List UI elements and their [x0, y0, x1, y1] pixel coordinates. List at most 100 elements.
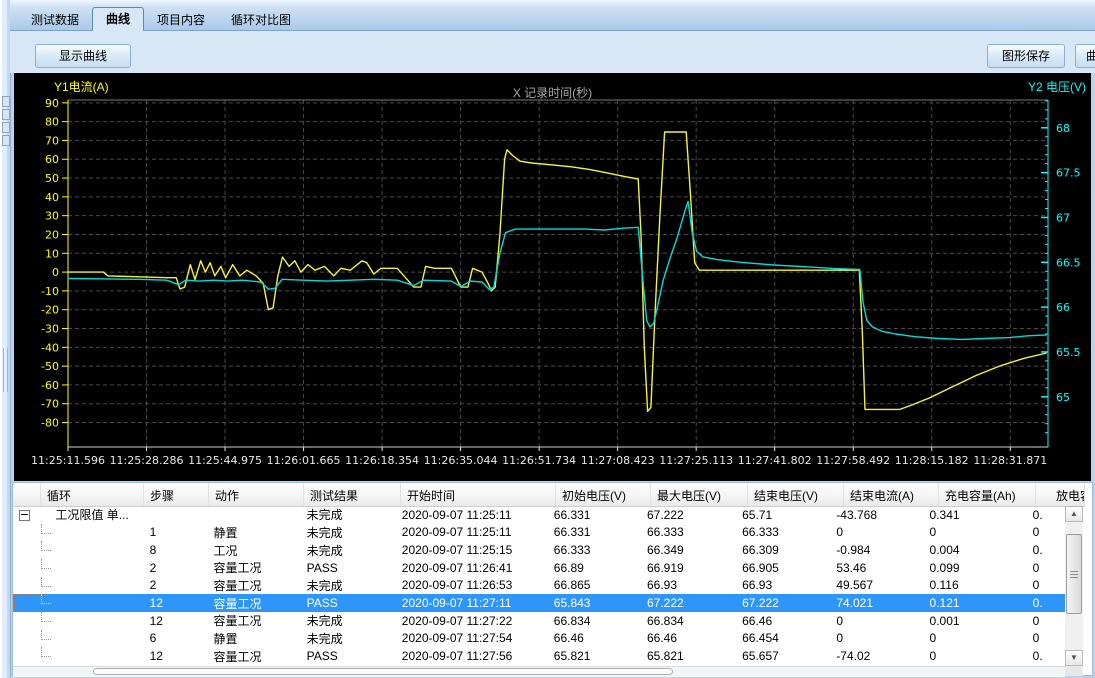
table-row[interactable]: 2容量工况未完成2020-09-07 11:26:5366.86566.9366… [13, 577, 1065, 595]
tree-guide-line [41, 647, 51, 657]
cell-i-end: -74.02 [828, 649, 921, 663]
cell-step: 2 [142, 578, 206, 592]
tab-test-data[interactable]: 测试数据 [18, 10, 92, 30]
cell-start-time: 2020-09-07 11:25:11 [394, 525, 546, 539]
cell-step: 2 [142, 561, 206, 575]
svg-text:-70: -70 [41, 398, 59, 411]
save-graph-button[interactable]: 图形保存 [987, 44, 1065, 68]
vertical-scrollbar-thumb[interactable] [1066, 534, 1082, 614]
horizontal-scrollbar-thumb[interactable] [93, 668, 673, 675]
svg-text:11:28:15.182: 11:28:15.182 [895, 454, 969, 467]
table-row[interactable]: 12容量工况PASS2020-09-07 11:27:1165.84367.22… [13, 594, 1065, 612]
table-row[interactable]: 8工况未完成2020-09-07 11:25:1566.33366.34966.… [13, 541, 1065, 559]
cell-cap-discharge: 0 [1017, 578, 1065, 592]
toolbar: 显示曲线 图形保存 曲 [10, 31, 1095, 73]
svg-text:40: 40 [45, 191, 59, 204]
svg-text:50: 50 [45, 172, 59, 185]
column-header-start-time[interactable]: 开始时间 [401, 483, 556, 506]
cell-v-end: 66.309 [734, 543, 828, 557]
column-header-step[interactable]: 步骤 [144, 483, 209, 506]
cell-cap-discharge: 0. [1017, 596, 1065, 610]
cell-start-time: 2020-09-07 11:26:53 [394, 578, 546, 592]
cell-cycle: 工况限值 单... [40, 506, 141, 523]
splitter-grip[interactable] [3, 348, 8, 392]
cell-i-end: 0 [828, 631, 921, 645]
table-row[interactable]: 12容量工况未完成2020-09-07 11:27:2266.83466.834… [13, 612, 1065, 630]
cell-cap-discharge: 0. [1017, 508, 1065, 522]
cell-cap-charge: 0.004 [922, 543, 1017, 557]
cell-result: PASS [299, 561, 394, 575]
table-row[interactable]: 12容量工况PASS2020-09-07 11:27:5665.82165.82… [13, 647, 1065, 665]
column-header-cycle[interactable]: 循环 [41, 483, 144, 506]
tree-guide-line [41, 541, 51, 551]
show-curve-button[interactable]: 显示曲线 [35, 44, 131, 68]
chart-panel: Y1电流(A) X 记录时间(秒) Y2 电压(V) 9080706050403… [14, 73, 1091, 481]
table-row[interactable]: 6静置未完成2020-09-07 11:27:5466.4666.4666.45… [13, 630, 1065, 648]
svg-text:11:26:51.734: 11:26:51.734 [502, 454, 576, 467]
svg-text:-20: -20 [41, 304, 59, 317]
cell-result: 未完成 [299, 630, 394, 647]
cell-step: 12 [142, 596, 206, 610]
cell-action: 容量工况 [205, 612, 298, 629]
cell-cap-charge: 0 [922, 649, 1017, 663]
scrollbar-corner [1065, 666, 1083, 676]
svg-text:60: 60 [45, 153, 59, 166]
column-header-v-init[interactable]: 初始电压(V) [556, 483, 651, 506]
column-header-cap-discharge[interactable]: 放电容 [1036, 483, 1085, 506]
svg-text:66.5: 66.5 [1056, 256, 1081, 269]
tree-gutter-header [13, 483, 41, 506]
svg-text:11:25:44.975: 11:25:44.975 [188, 454, 262, 467]
svg-text:67: 67 [1056, 211, 1070, 224]
tab-cycle-compare[interactable]: 循环对比图 [218, 10, 304, 30]
cell-result: PASS [299, 596, 394, 610]
cell-v-max: 66.919 [639, 561, 734, 575]
cell-v-end: 66.333 [734, 525, 828, 539]
window-top-band [10, 0, 1095, 8]
cell-i-end: -0.984 [828, 543, 921, 557]
cell-step: 1 [142, 525, 206, 539]
cell-v-init: 66.331 [546, 525, 639, 539]
cell-cap-charge: 0.341 [922, 508, 1017, 522]
tab-project-content[interactable]: 项目内容 [144, 10, 218, 30]
curve-partial-button[interactable]: 曲 [1075, 44, 1095, 68]
column-header-result[interactable]: 测试结果 [304, 483, 401, 506]
scroll-down-button[interactable]: ▼ [1065, 650, 1083, 666]
column-header-i-end[interactable]: 结束电流(A) [844, 483, 939, 506]
horizontal-scrollbar[interactable] [13, 666, 1065, 677]
svg-text:11:26:01.665: 11:26:01.665 [267, 454, 341, 467]
cell-v-end: 66.454 [734, 631, 828, 645]
svg-text:11:27:41.802: 11:27:41.802 [738, 454, 812, 467]
cell-v-max: 67.222 [639, 508, 734, 522]
column-header-v-end[interactable]: 结束电压(V) [748, 483, 844, 506]
vertical-scrollbar[interactable]: ▲ ▼ [1065, 506, 1083, 666]
svg-text:-80: -80 [41, 417, 59, 430]
thumb-grip-icon [1070, 571, 1078, 578]
cell-action: 静置 [205, 524, 298, 541]
tree-guide-line [41, 612, 51, 622]
svg-text:-40: -40 [41, 341, 59, 354]
cell-start-time: 2020-09-07 11:27:56 [394, 649, 546, 663]
cell-step: 8 [142, 543, 206, 557]
tab-curve[interactable]: 曲线 [92, 7, 144, 31]
cell-v-init: 66.46 [546, 631, 639, 645]
cell-cap-discharge: 0. [1017, 649, 1065, 663]
cell-start-time: 2020-09-07 11:26:41 [394, 561, 546, 575]
cell-cap-charge: 0 [922, 525, 1017, 539]
cell-i-end: -43.768 [828, 508, 921, 522]
cell-cap-discharge: 0 [1017, 561, 1065, 575]
svg-text:11:27:08.423: 11:27:08.423 [581, 454, 655, 467]
column-header-action[interactable]: 动作 [209, 483, 304, 506]
column-header-v-max[interactable]: 最大电压(V) [651, 483, 748, 506]
table-row[interactable]: 1静置未完成2020-09-07 11:25:1166.33166.33366.… [13, 524, 1065, 542]
cell-cap-discharge: 0 [1017, 631, 1065, 645]
svg-text:-60: -60 [41, 379, 59, 392]
svg-text:11:26:35.044: 11:26:35.044 [424, 454, 498, 467]
curve-plot-canvas[interactable]: 9080706050403020100-10-20-30-40-50-60-70… [14, 73, 1091, 481]
cell-start-time: 2020-09-07 11:25:11 [394, 508, 546, 522]
table-row[interactable]: 工况限值 单...未完成2020-09-07 11:25:1166.33167.… [13, 506, 1065, 524]
table-row[interactable]: 2容量工况PASS2020-09-07 11:26:4166.8966.9196… [13, 559, 1065, 577]
column-header-cap-charge[interactable]: 充电容量(Ah) [939, 483, 1036, 506]
cell-v-init: 66.333 [546, 543, 639, 557]
cell-cap-charge: 0.121 [922, 596, 1017, 610]
scroll-up-button[interactable]: ▲ [1065, 506, 1083, 522]
